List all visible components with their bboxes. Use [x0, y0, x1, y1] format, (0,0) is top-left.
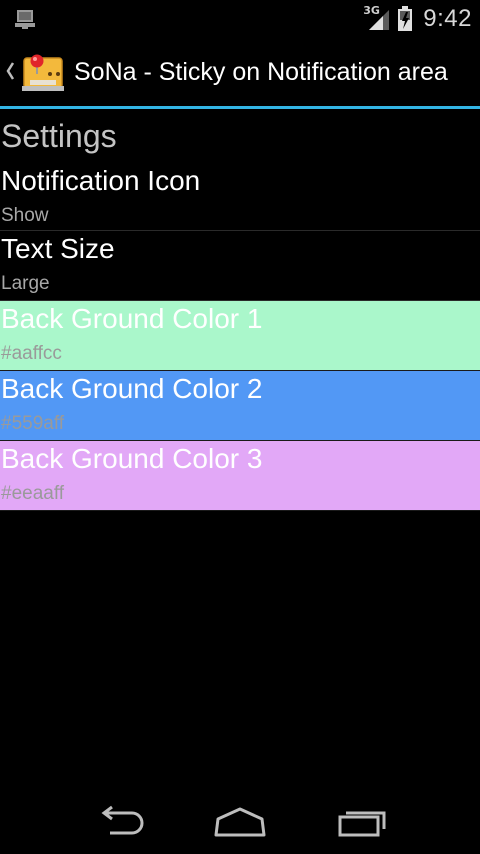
pref-title: Text Size [1, 233, 115, 264]
pref-summary: #aaffcc [1, 343, 62, 364]
pref-title: Back Ground Color 1 [1, 303, 263, 334]
settings-category-header: Settings [1, 118, 117, 154]
home-icon [214, 807, 266, 837]
pref-background-color-3[interactable]: Back Ground Color 3 #eeaaff [0, 441, 480, 511]
usb-debug-icon [15, 10, 35, 29]
settings-list: Settings Notification Icon Show Text Siz… [0, 109, 480, 511]
back-button[interactable] [80, 800, 160, 844]
app-title: SoNa - Sticky on Notification area [74, 58, 448, 86]
signal-icon: 3G [363, 4, 391, 32]
clock: 9:42 [423, 5, 472, 32]
pref-text-size[interactable]: Text Size Large [0, 231, 480, 301]
up-caret-icon[interactable] [4, 60, 16, 82]
pref-summary: Large [1, 273, 50, 294]
home-button[interactable] [200, 800, 280, 844]
pref-summary: #559aff [1, 413, 65, 434]
recents-button[interactable] [322, 800, 402, 844]
pref-background-color-2[interactable]: Back Ground Color 2 #559aff [0, 371, 480, 441]
pref-summary: Show [1, 205, 49, 226]
pref-title: Notification Icon [1, 165, 201, 196]
status-bar: 3G 9:42 [0, 0, 480, 38]
battery-icon [398, 6, 413, 31]
action-bar: SoNa - Sticky on Notification area [0, 38, 480, 106]
navigation-bar [0, 790, 480, 854]
pref-title: Back Ground Color 3 [1, 443, 263, 474]
pref-background-color-1[interactable]: Back Ground Color 1 #aaffcc [0, 301, 480, 371]
status-icons: 3G 9:42 [363, 0, 472, 38]
pref-title: Back Ground Color 2 [1, 373, 263, 404]
pref-summary: #eeaaff [1, 483, 65, 504]
pref-notification-icon[interactable]: Notification Icon Show [0, 163, 480, 231]
recents-icon [338, 811, 386, 837]
app-icon[interactable] [20, 52, 66, 94]
back-icon [101, 805, 144, 835]
